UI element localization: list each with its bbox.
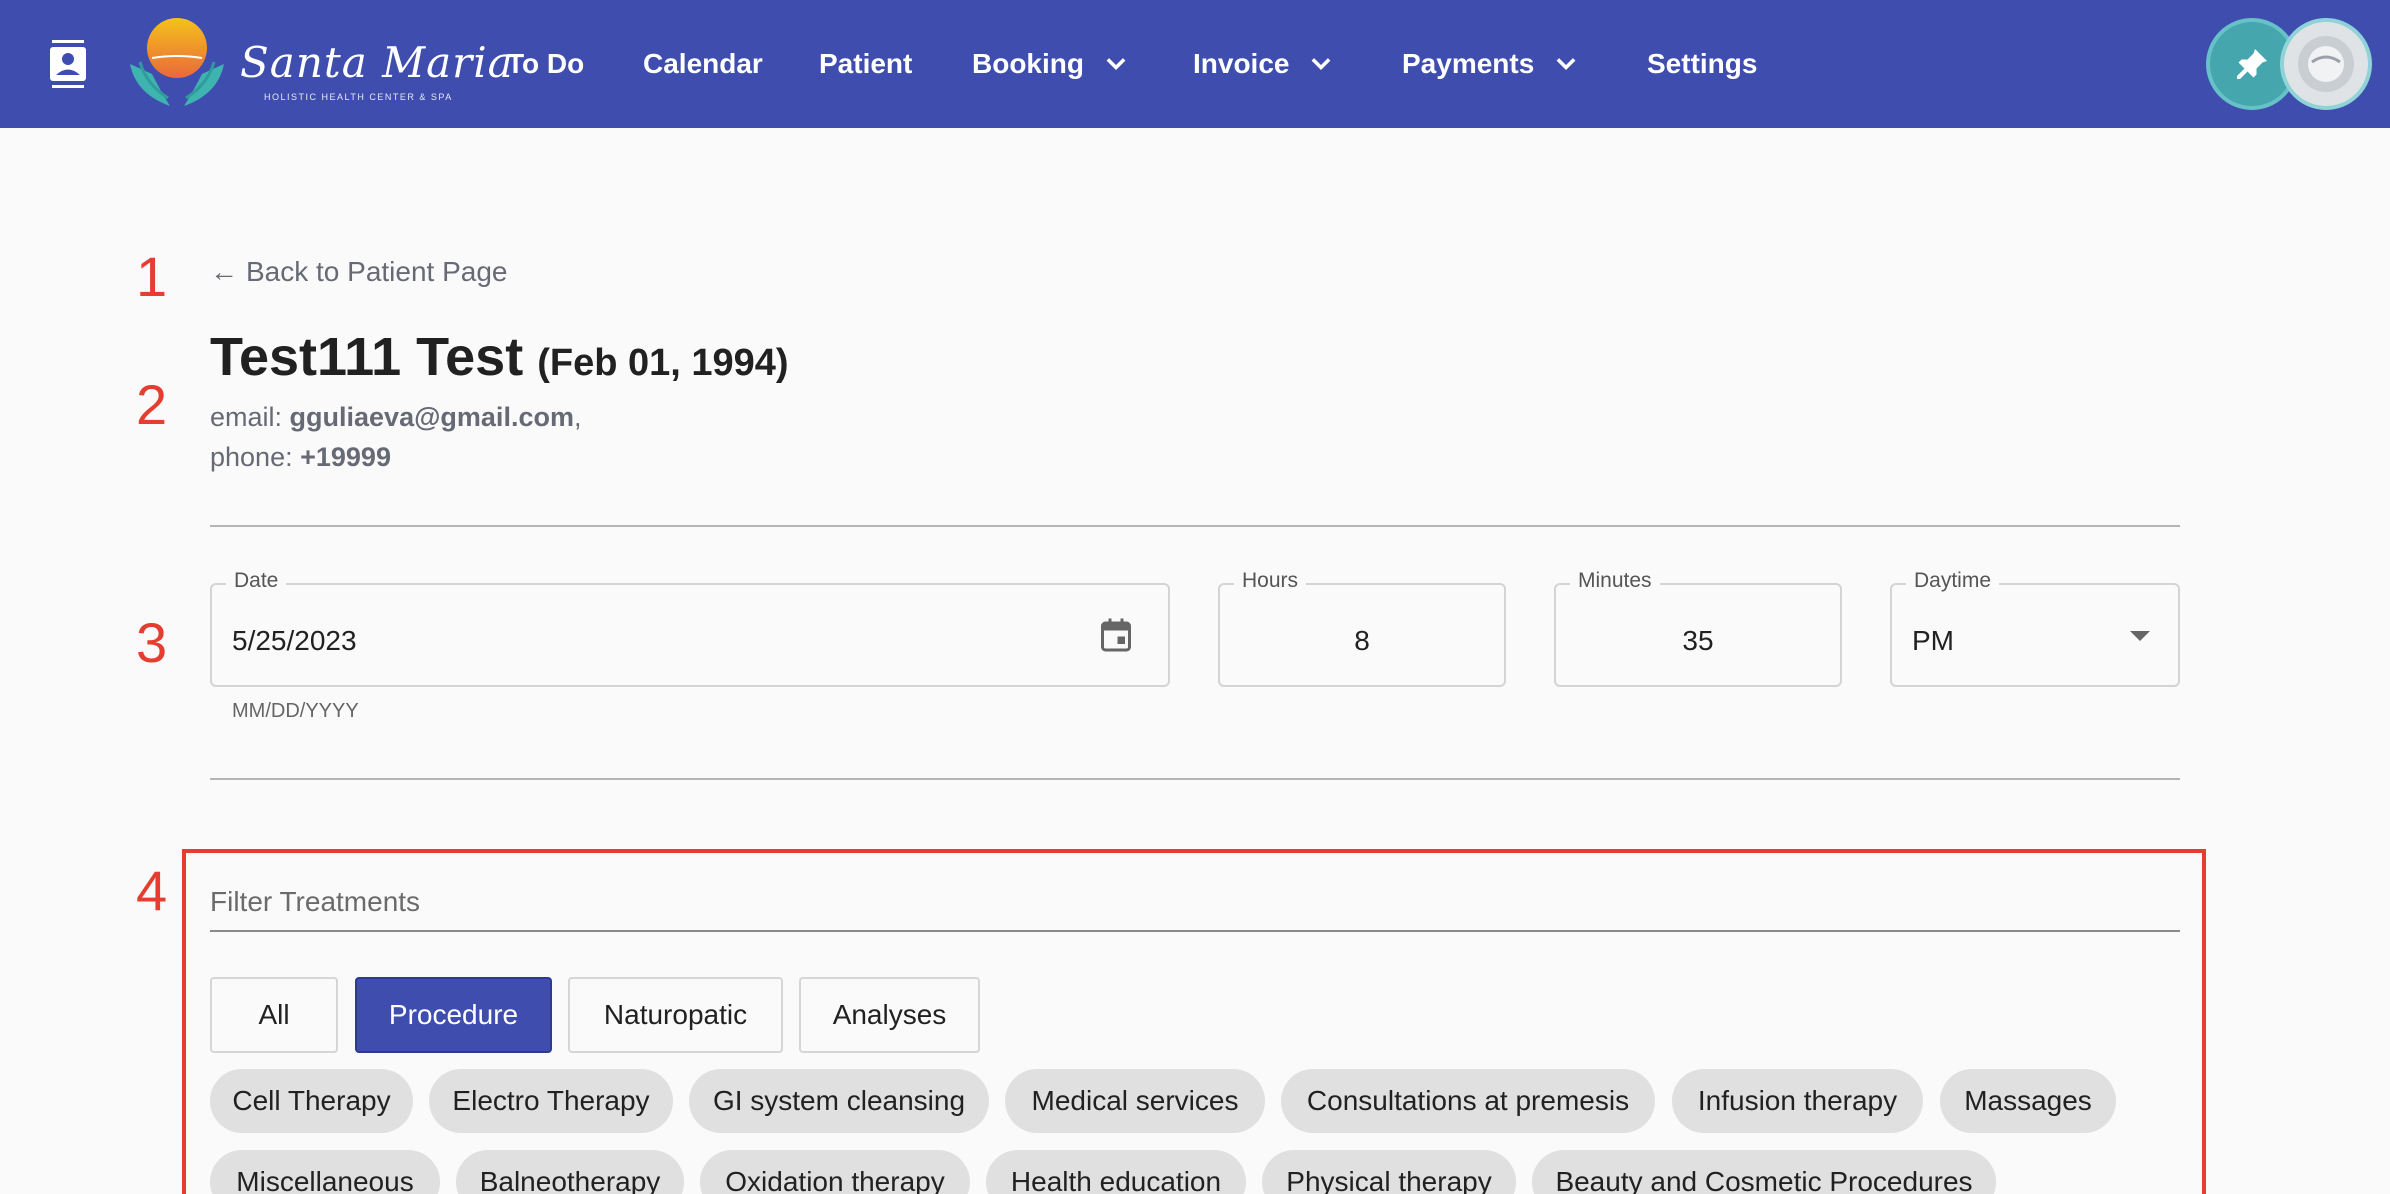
annotation-3: 3	[136, 611, 168, 674]
chip-consultations-at-premesis[interactable]: Consultations at premesis	[1281, 1069, 1655, 1133]
nav-payments[interactable]: Payments	[1402, 44, 1580, 84]
patient-phone-line: phone: +19999	[210, 442, 391, 473]
chevron-down-icon	[1312, 58, 1331, 70]
segment-label: All	[258, 999, 290, 1030]
annotation-1: 1	[136, 245, 168, 308]
chevron-down-icon	[1556, 58, 1576, 70]
chip-oxidation-therapy[interactable]: Oxidation therapy	[700, 1150, 970, 1194]
phone-label: phone:	[210, 442, 293, 472]
annotation-4: 4	[136, 859, 168, 922]
hours-label: Hours	[1234, 569, 1307, 593]
nav-label: Invoice	[1193, 48, 1290, 79]
daytime-label: Daytime	[1906, 569, 2000, 593]
chip-gi-system-cleansing[interactable]: GI system cleansing	[689, 1069, 989, 1133]
chip-label: Miscellaneous	[236, 1166, 414, 1194]
chip-label: Health education	[1010, 1166, 1222, 1194]
nav-label: To Do	[507, 48, 585, 79]
chip-infusion-therapy[interactable]: Infusion therapy	[1672, 1069, 1923, 1133]
brand-name: Santa Maria	[240, 38, 514, 87]
segment-label: Procedure	[388, 999, 519, 1030]
chevron-down-icon	[1106, 58, 1126, 70]
chip-label: Oxidation therapy	[725, 1166, 945, 1194]
nav-booking[interactable]: Booking	[972, 44, 1130, 84]
chip-label: Infusion therapy	[1697, 1085, 1898, 1116]
date-format-helper: MM/DD/YYYY	[232, 700, 359, 722]
hours-value: 8	[1354, 625, 1370, 656]
chip-label: Consultations at premesis	[1306, 1085, 1630, 1116]
nav-label: Patient	[819, 48, 913, 79]
patient-heading: Test111 Test (Feb 01, 1994)	[210, 326, 789, 388]
daytime-select[interactable]: Daytime PM	[1890, 569, 2180, 687]
back-link-label: Back to Patient Page	[246, 256, 508, 287]
chip-health-education[interactable]: Health education	[986, 1150, 1246, 1194]
chip-label: Physical therapy	[1286, 1166, 1492, 1194]
nav-label: Calendar	[643, 48, 763, 79]
arrow-left-icon: ←	[210, 256, 238, 287]
brand-tagline: HOLISTIC HEALTH CENTER & SPA	[264, 92, 453, 102]
patient-phone: +19999	[300, 442, 391, 472]
filter-segment-analyses[interactable]: Analyses	[799, 977, 980, 1053]
patient-name: Test111 Test	[210, 327, 524, 387]
nav-settings[interactable]: Settings	[1647, 44, 1757, 84]
chip-electro-therapy[interactable]: Electro Therapy	[429, 1069, 673, 1133]
filter-segment-procedure[interactable]: Procedure	[355, 977, 552, 1053]
filter-segment-naturopatic[interactable]: Naturopatic	[568, 977, 783, 1053]
top-navigation-bar: Santa Maria HOLISTIC HEALTH CENTER & SPA…	[0, 0, 2390, 128]
chip-miscellaneous[interactable]: Miscellaneous	[210, 1150, 440, 1194]
email-label: email:	[210, 402, 283, 432]
chip-label: Massages	[1964, 1085, 2092, 1116]
chip-label: Beauty and Cosmetic Procedures	[1555, 1166, 1973, 1194]
chip-medical-services[interactable]: Medical services	[1005, 1069, 1265, 1133]
filter-placeholder: Filter Treatments	[210, 886, 421, 917]
chip-cell-therapy[interactable]: Cell Therapy	[210, 1069, 413, 1133]
pin-icon	[2237, 49, 2267, 79]
date-value: 5/25/2023	[232, 625, 357, 656]
chip-beauty-and-cosmetic-procedures[interactable]: Beauty and Cosmetic Procedures	[1532, 1150, 1996, 1194]
hours-field[interactable]: Hours 8	[1218, 569, 1506, 687]
minutes-value: 35	[1682, 625, 1714, 656]
patient-dob: (Feb 01, 1994)	[537, 342, 789, 384]
chip-label: Cell Therapy	[232, 1085, 391, 1116]
email-suffix: ,	[573, 402, 582, 432]
annotation-2: 2	[136, 373, 168, 436]
nav-calendar[interactable]: Calendar	[643, 44, 763, 84]
back-to-patient-link[interactable]: ← Back to Patient Page	[210, 256, 508, 288]
santa-maria-logo[interactable]: Santa Maria HOLISTIC HEALTH CENTER & SPA	[122, 14, 513, 114]
avatar-image-icon	[2298, 36, 2354, 92]
nav-todo[interactable]: To Do	[507, 44, 584, 84]
daytime-value: PM	[1912, 625, 1954, 656]
filter-segment-all[interactable]: All	[210, 977, 338, 1053]
user-avatars	[2206, 18, 2372, 110]
minutes-label: Minutes	[1570, 569, 1660, 593]
chip-physical-therapy[interactable]: Physical therapy	[1262, 1150, 1516, 1194]
nav-invoice[interactable]: Invoice	[1193, 44, 1335, 84]
patient-email: gguliaeva@gmail.com	[289, 402, 574, 432]
filter-treatments-input[interactable]: Filter Treatments	[210, 886, 2180, 932]
user-avatar[interactable]	[2280, 18, 2372, 110]
nav-label: Settings	[1647, 48, 1758, 79]
section-divider	[210, 525, 2180, 527]
chip-balneotherapy[interactable]: Balneotherapy	[456, 1150, 684, 1194]
nav-label: Booking	[972, 48, 1084, 79]
logo-emblem-icon	[130, 18, 224, 106]
segment-label: Analyses	[832, 999, 947, 1030]
chip-massages[interactable]: Massages	[1940, 1069, 2116, 1133]
chip-label: Balneotherapy	[479, 1166, 661, 1194]
patient-email-line: email: gguliaeva@gmail.com,	[210, 402, 581, 433]
date-label: Date	[226, 569, 287, 593]
chip-label: GI system cleansing	[712, 1085, 966, 1116]
chip-label: Medical services	[1031, 1085, 1239, 1116]
calendar-icon[interactable]	[1098, 615, 1134, 655]
contacts-icon[interactable]	[40, 36, 96, 92]
date-field[interactable]: Date 5/25/2023	[210, 569, 1170, 687]
dropdown-arrow-icon	[2130, 631, 2150, 641]
section-divider	[210, 778, 2180, 780]
nav-patient[interactable]: Patient	[819, 44, 912, 84]
nav-label: Payments	[1402, 48, 1535, 79]
segment-label: Naturopatic	[603, 999, 748, 1030]
chip-label: Electro Therapy	[452, 1085, 650, 1116]
minutes-field[interactable]: Minutes 35	[1554, 569, 1842, 687]
